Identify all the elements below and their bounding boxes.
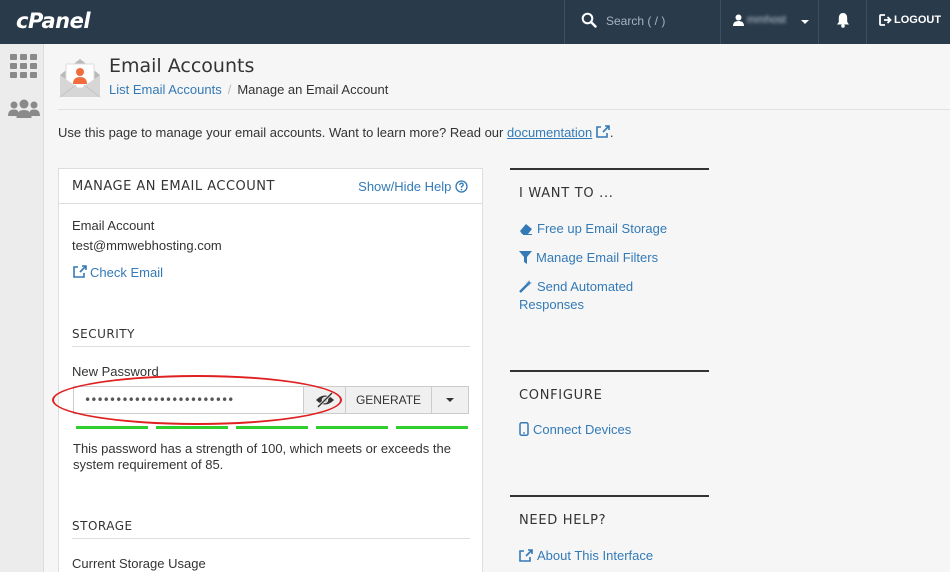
- search-icon: [581, 12, 597, 28]
- breadcrumb: List Email Accounts / Manage an Email Acco…: [109, 82, 388, 97]
- i-want-to-section: I WANT TO ...: [510, 168, 709, 201]
- strength-meter-segment: [236, 426, 308, 429]
- search-box[interactable]: Search ( / ): [564, 0, 720, 44]
- password-strength-text: This password has a strength of 100, whi…: [73, 441, 451, 472]
- manage-email-filters-label: Manage Email Filters: [536, 250, 659, 265]
- free-up-email-storage-link[interactable]: Free up Email Storage: [519, 220, 667, 238]
- about-this-interface-link[interactable]: About This Interface: [519, 547, 653, 565]
- intro-sentence: Use this page to manage your email accou…: [58, 125, 507, 140]
- caret-down-icon: [446, 398, 454, 402]
- show-hide-help-link[interactable]: Show/Hide Help: [358, 179, 468, 194]
- mobile-phone-icon: [519, 422, 529, 436]
- manage-email-panel: MANAGE AN EMAIL ACCOUNT Show/Hide Help E…: [58, 168, 483, 572]
- logout-button[interactable]: LOGOUT: [866, 0, 950, 44]
- external-link-icon: [73, 265, 87, 278]
- question-circle-icon: [455, 180, 468, 193]
- intro-text: Use this page to manage your email accou…: [58, 125, 614, 140]
- new-password-input[interactable]: [74, 387, 303, 413]
- send-automated-responses-link[interactable]: Send Automated Responses: [519, 278, 669, 314]
- eraser-icon: [520, 224, 532, 235]
- filter-icon: [519, 251, 532, 264]
- external-link-icon: [519, 549, 533, 562]
- logout-label: LOGOUT: [894, 14, 942, 26]
- breadcrumb-separator: /: [227, 82, 232, 97]
- panel-header: MANAGE AN EMAIL ACCOUNT Show/Hide Help: [59, 169, 482, 204]
- search-placeholder: Search ( / ): [606, 14, 666, 28]
- strength-meter-segment: [396, 426, 468, 429]
- strength-meter-segment: [316, 426, 388, 429]
- bell-icon: [837, 13, 849, 28]
- manage-email-filters-link[interactable]: Manage Email Filters: [519, 249, 658, 267]
- configure-section: CONFIGURE: [510, 370, 709, 403]
- about-this-interface-label: About This Interface: [537, 548, 654, 563]
- documentation-link[interactable]: documentation: [507, 125, 592, 140]
- new-password-label: New Password: [72, 364, 159, 379]
- logout-icon: [879, 14, 892, 26]
- toggle-password-visibility-button[interactable]: [303, 387, 345, 413]
- email-envelope-icon: [59, 59, 101, 98]
- security-section-title: SECURITY: [72, 327, 470, 347]
- free-up-email-storage-label: Free up Email Storage: [537, 221, 668, 236]
- header-divider: [58, 109, 950, 110]
- user-icon: [733, 14, 744, 26]
- breadcrumb-list-email-accounts[interactable]: List Email Accounts: [109, 82, 222, 97]
- generate-options-dropdown[interactable]: [431, 387, 468, 413]
- top-bar: cPanel Search ( / ) mmhost LOGOUT: [0, 0, 950, 44]
- password-input-group: GENERATE: [73, 386, 469, 414]
- magic-wand-icon: [519, 280, 532, 293]
- need-help-section: NEED HELP?: [510, 495, 709, 528]
- need-help-title: NEED HELP?: [519, 513, 607, 528]
- cpanel-logo[interactable]: cPanel: [16, 9, 91, 33]
- configure-title: CONFIGURE: [519, 388, 603, 403]
- page-title: Email Accounts: [109, 55, 255, 77]
- user-menu[interactable]: mmhost: [720, 0, 818, 44]
- connect-devices-link[interactable]: Connect Devices: [519, 421, 631, 439]
- username: mmhost: [747, 14, 787, 26]
- strength-meter-segment: [156, 426, 228, 429]
- chevron-down-icon: [801, 20, 809, 24]
- email-account-label: Email Account: [72, 218, 155, 233]
- current-storage-usage-label: Current Storage Usage: [72, 556, 206, 571]
- check-email-label: Check Email: [90, 265, 163, 280]
- panel-title: MANAGE AN EMAIL ACCOUNT: [72, 179, 275, 194]
- check-email-link[interactable]: Check Email: [73, 265, 163, 280]
- notifications-button[interactable]: [818, 0, 866, 44]
- intro-suffix: .: [609, 125, 614, 140]
- help-link-label: Show/Hide Help: [358, 179, 452, 194]
- strength-meter-segment: [76, 426, 148, 429]
- external-link-icon[interactable]: [596, 125, 610, 138]
- eye-slash-icon: [316, 392, 334, 408]
- breadcrumb-current: Manage an Email Account: [237, 82, 389, 97]
- i-want-to-title: I WANT TO ...: [519, 186, 614, 201]
- connect-devices-label: Connect Devices: [533, 422, 632, 437]
- storage-section-title: STORAGE: [72, 519, 470, 539]
- send-automated-responses-label: Send Automated Responses: [519, 279, 634, 312]
- generate-password-button[interactable]: GENERATE: [345, 387, 431, 413]
- home-grid-icon[interactable]: [10, 54, 37, 78]
- email-account-value: test@mmwebhosting.com: [72, 238, 222, 253]
- users-icon[interactable]: [8, 99, 40, 119]
- sidebar: [0, 44, 44, 572]
